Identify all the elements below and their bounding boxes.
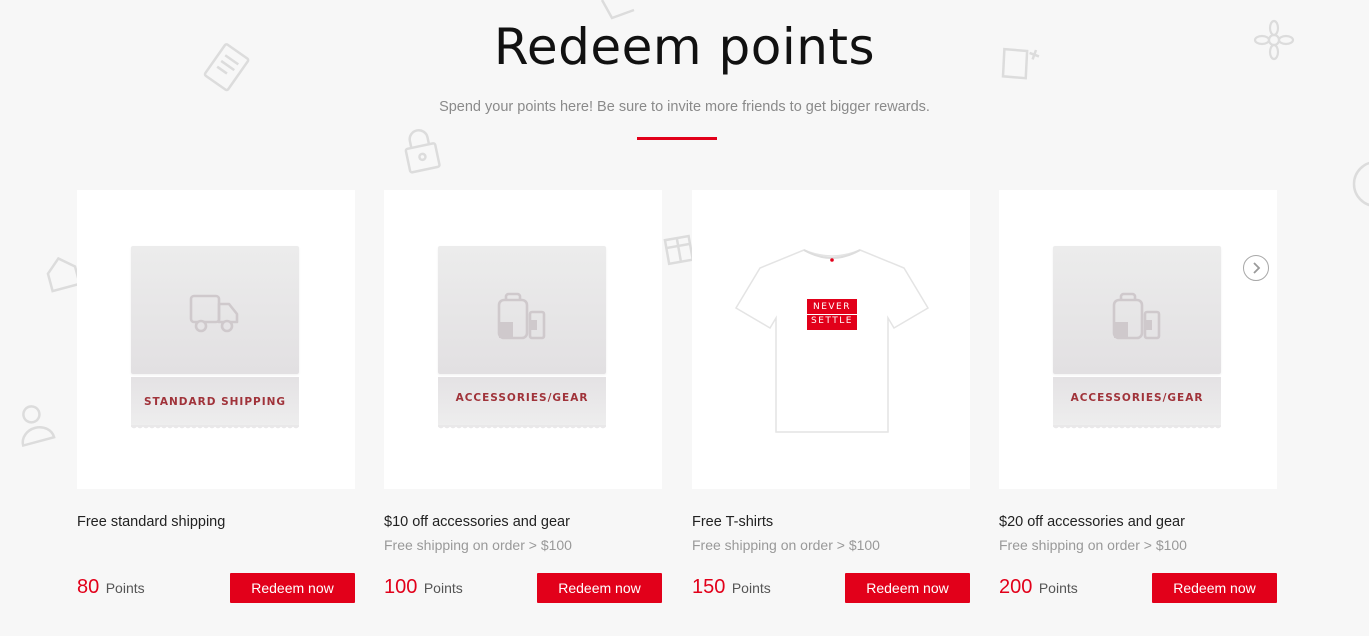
tshirt-print-line: NEVER xyxy=(812,302,851,312)
reward-card-tshirt: NEVER SETTLE Free T-shirts Free shipping… xyxy=(692,190,970,603)
ticket-graphic: ACCESSORIES/GEAR xyxy=(438,246,606,432)
ticket-label: STANDARD SHIPPING xyxy=(143,396,287,408)
page-title: Redeem points xyxy=(493,18,876,76)
reward-name: Free standard shipping xyxy=(77,514,226,530)
circle-bg-icon xyxy=(1350,160,1369,210)
tshirt-print-line: SETTLE xyxy=(807,314,857,328)
ticket-label: ACCESSORIES/GEAR xyxy=(455,392,589,404)
user-bg-icon xyxy=(12,400,56,448)
reward-card-20-off: ACCESSORIES/GEAR $20 off accessories and… xyxy=(999,190,1277,603)
house-bg-icon xyxy=(42,250,82,294)
reward-note: Free shipping on order > $100 xyxy=(999,537,1187,553)
points-label: Points xyxy=(105,580,145,596)
redeem-button[interactable]: Redeem now xyxy=(230,573,355,603)
points-value: 200 xyxy=(999,576,1033,598)
reward-image[interactable]: ACCESSORIES/GEAR xyxy=(999,190,1277,489)
points-label: Points xyxy=(1038,580,1078,596)
reward-points: 100 Points xyxy=(384,576,463,599)
chevron-right-icon xyxy=(1253,262,1261,274)
reward-points: 200 Points xyxy=(999,576,1078,599)
gift-bg-icon xyxy=(660,222,696,268)
reward-note: Free shipping on order > $100 xyxy=(384,537,572,553)
reward-image[interactable]: NEVER SETTLE xyxy=(692,190,970,489)
points-label: Points xyxy=(423,580,463,596)
reward-image[interactable]: STANDARD SHIPPING xyxy=(77,190,355,489)
redeem-button[interactable]: Redeem now xyxy=(1152,573,1277,603)
title-underline xyxy=(637,137,717,140)
backpack-phone-icon xyxy=(496,292,548,347)
ticket-graphic: ACCESSORIES/GEAR xyxy=(1053,246,1221,432)
backpack-phone-icon xyxy=(1111,292,1163,347)
reward-image[interactable]: ACCESSORIES/GEAR xyxy=(384,190,662,489)
page-subtitle: Spend your points here! Be sure to invit… xyxy=(439,99,930,115)
lock-bg-icon xyxy=(398,124,444,176)
points-label: Points xyxy=(731,580,771,596)
reward-points: 80 Points xyxy=(77,576,145,599)
reward-name: Free T-shirts xyxy=(692,514,774,530)
redeem-button[interactable]: Redeem now xyxy=(845,573,970,603)
points-value: 100 xyxy=(384,576,418,598)
points-value: 80 xyxy=(77,576,100,598)
reward-name: $10 off accessories and gear xyxy=(384,514,570,530)
points-value: 150 xyxy=(692,576,726,598)
reward-card-free-shipping: STANDARD SHIPPING Free standard shipping… xyxy=(77,190,355,603)
ticket-label: ACCESSORIES/GEAR xyxy=(1070,392,1204,404)
tshirt-image: NEVER SETTLE xyxy=(734,248,930,439)
truck-icon xyxy=(189,292,241,341)
ticket-graphic: STANDARD SHIPPING xyxy=(131,246,299,432)
redeem-button[interactable]: Redeem now xyxy=(537,573,662,603)
reward-name: $20 off accessories and gear xyxy=(999,514,1185,530)
carousel-next-button[interactable] xyxy=(1243,255,1269,281)
reward-card-10-off: ACCESSORIES/GEAR $10 off accessories and… xyxy=(384,190,662,603)
reward-points: 150 Points xyxy=(692,576,771,599)
tshirt-print: NEVER SETTLE xyxy=(807,299,857,330)
reward-note: Free shipping on order > $100 xyxy=(692,537,880,553)
